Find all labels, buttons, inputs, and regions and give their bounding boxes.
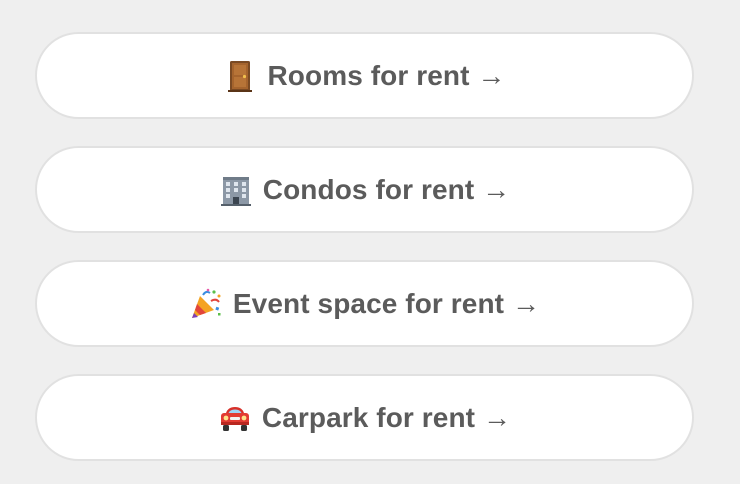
office-building-icon — [219, 173, 253, 207]
rental-options-list: Rooms for rent → Condos for rent → Event… — [35, 32, 694, 461]
event-space-for-rent-label: Event space for rent → — [232, 287, 541, 319]
door-icon — [223, 59, 257, 93]
car-icon — [218, 401, 252, 435]
rooms-for-rent-button[interactable]: Rooms for rent → — [35, 32, 694, 119]
condos-for-rent-button[interactable]: Condos for rent → — [35, 146, 694, 233]
party-popper-icon — [189, 287, 223, 321]
rooms-for-rent-label: Rooms for rent → — [267, 59, 506, 91]
carpark-for-rent-button[interactable]: Carpark for rent → — [35, 374, 694, 461]
carpark-for-rent-label: Carpark for rent → — [261, 401, 512, 433]
condos-for-rent-label: Condos for rent → — [262, 173, 511, 205]
event-space-for-rent-button[interactable]: Event space for rent → — [35, 260, 694, 347]
